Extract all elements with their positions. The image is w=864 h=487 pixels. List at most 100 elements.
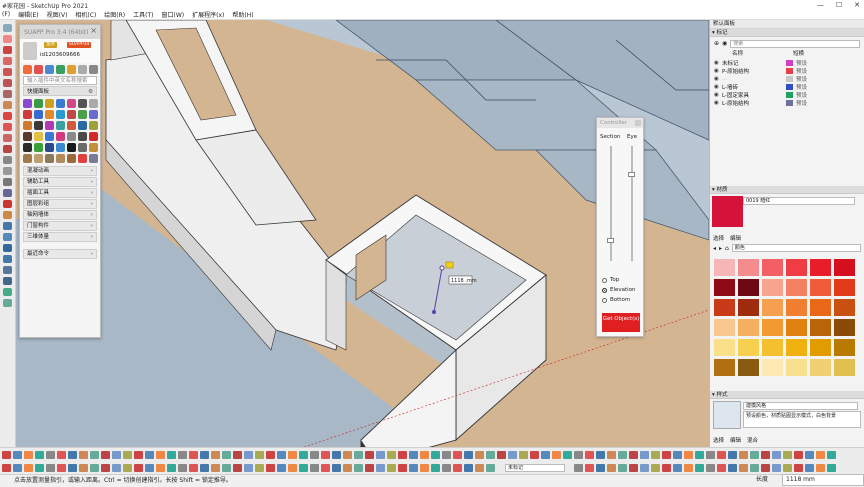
toolbar-tool-icon[interactable]: [266, 464, 275, 472]
material-swatch[interactable]: [810, 359, 831, 376]
menu-edit[interactable]: 编辑(E): [18, 10, 38, 19]
toolbar-tool-icon[interactable]: [684, 464, 693, 472]
menu-extensions[interactable]: 扩展程序(x): [192, 10, 224, 19]
tool-icon[interactable]: [55, 132, 65, 141]
menu-camera[interactable]: 相机(C): [75, 10, 96, 19]
category-layers[interactable]: 图层彩组 ›: [23, 199, 97, 209]
tool-icon[interactable]: [22, 132, 32, 141]
material-swatch[interactable]: [762, 359, 783, 376]
orbit-tool-icon[interactable]: [3, 222, 12, 230]
tool-icon[interactable]: [22, 99, 32, 108]
toolbar-tool-icon[interactable]: [310, 451, 319, 459]
menu-view[interactable]: 视图(V): [47, 10, 68, 19]
rotate-tool-icon[interactable]: [3, 123, 12, 131]
toolbar-tool-icon[interactable]: [233, 464, 242, 472]
material-swatch[interactable]: [714, 359, 735, 376]
tool-icon[interactable]: [66, 154, 76, 163]
toolbar-tool-icon[interactable]: [651, 451, 660, 459]
toolbar-tool-icon[interactable]: [222, 464, 231, 472]
toolbar-tool-icon[interactable]: [728, 451, 737, 459]
select-tool-icon[interactable]: [3, 24, 12, 32]
toolbar-tool-icon[interactable]: [827, 451, 836, 459]
toolbar-tool-icon[interactable]: [431, 464, 440, 472]
toolbar-tool-icon[interactable]: [123, 451, 132, 459]
toolbar-tool-icon[interactable]: [145, 464, 154, 472]
category-face-tools[interactable]: 插面工具 ›: [23, 188, 97, 198]
cloud-icon[interactable]: [56, 64, 65, 74]
toolbar-tool-icon[interactable]: [607, 451, 616, 459]
move-tool-icon[interactable]: [3, 112, 12, 120]
toolbar-tool-icon[interactable]: [101, 464, 110, 472]
toolbar-tool-icon[interactable]: [464, 464, 473, 472]
toolbar-tool-icon[interactable]: [46, 464, 55, 472]
toolbar-tool-icon[interactable]: [178, 451, 187, 459]
toolbar-tool-icon[interactable]: [156, 464, 165, 472]
material-swatch[interactable]: [714, 279, 735, 296]
toolbar-tool-icon[interactable]: [783, 451, 792, 459]
tag-color-swatch[interactable]: [786, 84, 793, 90]
tag-row[interactable]: ◉ L-墙砖 预设: [714, 83, 860, 91]
toolbar-tool-icon[interactable]: [662, 451, 671, 459]
axes-tool-icon[interactable]: [3, 200, 12, 208]
material-swatch[interactable]: [834, 319, 855, 336]
tool-icon[interactable]: [55, 143, 65, 152]
material-swatch[interactable]: [762, 319, 783, 336]
toolbar-tool-icon[interactable]: [761, 464, 770, 472]
toolbar-tool-icon[interactable]: [178, 464, 187, 472]
toolbar-tool-icon[interactable]: [475, 464, 484, 472]
tag-options-icon[interactable]: ◉: [722, 40, 727, 47]
tool-icon[interactable]: [66, 110, 76, 119]
styles-panel-title[interactable]: ▾ 样式: [710, 391, 864, 399]
tag-row[interactable]: ◉ 未标记 预设: [714, 59, 860, 67]
material-swatch[interactable]: [714, 299, 735, 316]
toolbar-tool-icon[interactable]: [354, 451, 363, 459]
toolbar-tool-icon[interactable]: [717, 464, 726, 472]
material-swatch[interactable]: [714, 319, 735, 336]
avatar[interactable]: [23, 42, 37, 60]
tool-icon[interactable]: [44, 143, 54, 152]
toolbar-tool-icon[interactable]: [321, 464, 330, 472]
back-icon[interactable]: ◂: [713, 245, 716, 252]
toolbar-tool-icon[interactable]: [662, 464, 671, 472]
tool-icon[interactable]: [33, 121, 43, 130]
toolbar-tool-icon[interactable]: [706, 451, 715, 459]
toolbar-tool-icon[interactable]: [794, 451, 803, 459]
material-swatch[interactable]: [810, 339, 831, 356]
toolbar-tool-icon[interactable]: [508, 451, 517, 459]
toolbar-tool-icon[interactable]: [321, 451, 330, 459]
plugin-icon[interactable]: [45, 64, 54, 74]
material-swatch[interactable]: [786, 299, 807, 316]
menu-draw[interactable]: 绘图(R): [104, 10, 125, 19]
zoom-tool-icon[interactable]: [3, 244, 12, 252]
arc-tool-icon[interactable]: [3, 57, 12, 65]
tool-icon[interactable]: [77, 121, 87, 130]
tool-icon[interactable]: [88, 143, 98, 152]
tool-icon[interactable]: [66, 143, 76, 152]
circle-tool-icon[interactable]: [3, 79, 12, 87]
offset-tool-icon[interactable]: [3, 145, 12, 153]
material-swatch[interactable]: [810, 259, 831, 276]
radio-bottom[interactable]: Bottom: [602, 295, 636, 305]
toolbar-tool-icon[interactable]: [563, 451, 572, 459]
material-category-select[interactable]: 颜色: [731, 244, 861, 252]
tool-icon[interactable]: [55, 154, 65, 163]
eye-slider-thumb[interactable]: [628, 172, 635, 177]
eye-icon[interactable]: ◉: [714, 60, 722, 66]
toolbar-tool-icon[interactable]: [2, 451, 11, 459]
radio-elevation[interactable]: Elevation: [602, 285, 636, 295]
material-swatch[interactable]: [786, 339, 807, 356]
toolbar-tool-icon[interactable]: [629, 464, 638, 472]
material-swatch[interactable]: [762, 299, 783, 316]
toolbar-tool-icon[interactable]: [640, 451, 649, 459]
toolbar-tool-icon[interactable]: [343, 451, 352, 459]
tool-icon[interactable]: [55, 110, 65, 119]
dimension-tool-icon[interactable]: [3, 167, 12, 175]
toolbar-tool-icon[interactable]: [431, 451, 440, 459]
toolbar-tool-icon[interactable]: [530, 451, 539, 459]
section-slider-track[interactable]: [610, 146, 612, 261]
toolbar-tool-icon[interactable]: [288, 451, 297, 459]
tool-icon[interactable]: [44, 121, 54, 130]
recent-commands[interactable]: 最近命令 ›: [23, 249, 97, 259]
pan-tool-icon[interactable]: [3, 233, 12, 241]
toolbar-tool-icon[interactable]: [552, 451, 561, 459]
